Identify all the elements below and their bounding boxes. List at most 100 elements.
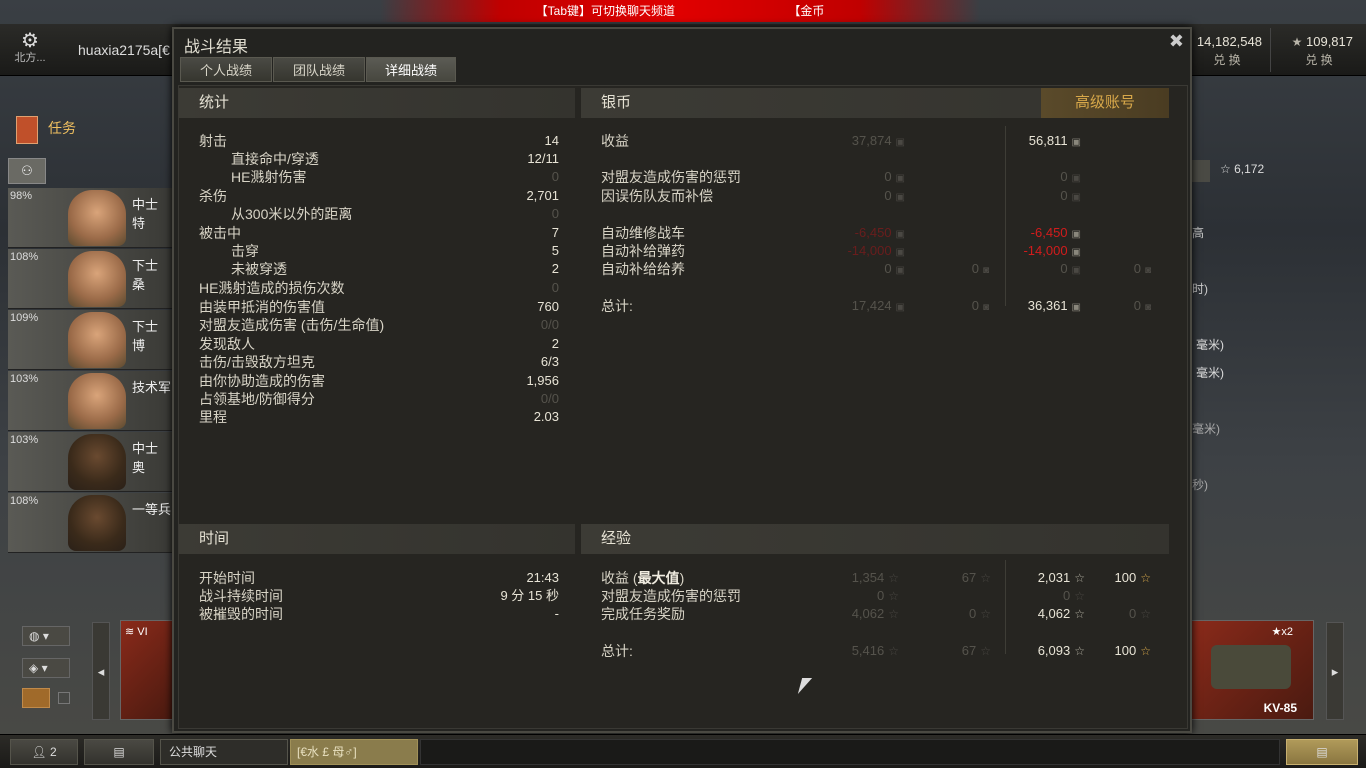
gold-display[interactable]: ★ 109,817 兑 换 bbox=[1285, 34, 1353, 68]
gold-star-icon: ★ bbox=[1291, 35, 1303, 49]
silver-coin-icon: ▣ bbox=[895, 137, 905, 148]
user-icon: 👤︎ bbox=[31, 745, 47, 759]
credit-label: 自动补给给养 bbox=[601, 261, 685, 277]
players-button[interactable]: 👤︎ 2 bbox=[10, 739, 78, 765]
xp-premium-value: 0 ☆ bbox=[979, 587, 1085, 605]
stat-value: 0 bbox=[551, 169, 559, 184]
chat-icon: ▤ bbox=[113, 745, 125, 759]
crew-member[interactable]: 103% 技术军 bbox=[8, 371, 173, 431]
tab-personal[interactable]: 个人战绩 bbox=[180, 57, 272, 82]
stat-label: 射击 bbox=[199, 133, 227, 149]
xp-premium-free-amount: 100 bbox=[1114, 643, 1137, 658]
xp-premium-amount: 4,062 bbox=[1037, 606, 1071, 621]
username[interactable]: huaxia2175a[€ bbox=[78, 42, 170, 58]
gold-value: 109,817 bbox=[1306, 34, 1353, 49]
silver-coin-icon: ▣ bbox=[895, 192, 905, 203]
silver-coin-icon: ▣ bbox=[1071, 137, 1081, 148]
send-button[interactable]: ▤ bbox=[1286, 739, 1358, 765]
server-label: 北方... bbox=[14, 52, 46, 64]
stat-label: 杀伤 bbox=[199, 188, 227, 204]
credit-premium-amount: 56,811 bbox=[1028, 133, 1068, 148]
silver-coin-icon: ▣ bbox=[895, 173, 905, 184]
close-button[interactable]: ✖ bbox=[1169, 31, 1184, 52]
credit-premium-amount: 0 bbox=[1060, 261, 1068, 276]
chat-input-field[interactable] bbox=[420, 739, 1280, 765]
credits-display[interactable]: 14,182,548 兑 换 bbox=[1192, 34, 1262, 68]
free-xp-value: 6,172 bbox=[1234, 162, 1265, 176]
time-header: 时间 bbox=[179, 524, 575, 554]
side-fragment-2: 时) bbox=[1192, 282, 1208, 296]
crew-member[interactable]: 103% 中士 奥 bbox=[8, 432, 173, 492]
credit-premium-gold: 0 ◙ bbox=[1079, 260, 1151, 278]
xp-star-icon: ☆ bbox=[888, 571, 899, 585]
checkbox[interactable] bbox=[58, 692, 70, 704]
credit-base-amount: 0 bbox=[884, 261, 892, 276]
chevron-down-icon: ▾ bbox=[41, 661, 48, 675]
missions-button[interactable]: 任务 bbox=[48, 118, 76, 138]
credit-premium-value: 0 ▣ bbox=[979, 187, 1081, 205]
chat-input[interactable]: [€水 £ 母♂] bbox=[290, 739, 418, 765]
chat-button[interactable]: ▤ bbox=[84, 739, 154, 765]
settings-button[interactable]: ⚙ 北方... bbox=[10, 30, 50, 64]
credit-base-amount: 17,424 bbox=[851, 298, 892, 313]
stat-label: 击穿 bbox=[231, 243, 259, 259]
stat-value: 0 bbox=[551, 206, 559, 221]
stat-label: 从300米以外的距离 bbox=[231, 206, 353, 222]
chat-channel-tab[interactable]: 公共聊天 bbox=[160, 739, 288, 765]
credit-base-value: -6,450 ▣ bbox=[799, 224, 905, 242]
stat-label: 被击中 bbox=[199, 225, 241, 241]
credit-base-value: 0 ▣ bbox=[799, 187, 905, 205]
crew-portrait bbox=[68, 434, 126, 490]
xp-premium-amount: 2,031 bbox=[1037, 570, 1071, 585]
crew-rank: 技术军 bbox=[132, 380, 172, 395]
crew-member[interactable]: 109% 下士 博 bbox=[8, 310, 173, 370]
tab-team[interactable]: 团队战绩 bbox=[273, 57, 365, 82]
silver-coin-icon: ▣ bbox=[1071, 173, 1081, 184]
ammo-icon[interactable] bbox=[22, 688, 50, 708]
stat-value: 760 bbox=[537, 299, 559, 314]
crew-member[interactable]: 98% 中士 特 bbox=[8, 188, 173, 248]
stat-value: 5 bbox=[551, 243, 559, 258]
crew-toggle-button[interactable]: ⚇ bbox=[8, 158, 46, 184]
xp-base-amount: 1,354 bbox=[851, 570, 885, 585]
xp-star-icon: ☆ bbox=[888, 607, 899, 621]
credit-base-amount: -6,450 bbox=[854, 225, 892, 240]
tank-card-kv85[interactable]: ★x2 KV-85 bbox=[1190, 620, 1314, 720]
tier-icon: ≋ bbox=[125, 626, 135, 638]
tank-card-left[interactable]: ≋ VI bbox=[120, 620, 174, 720]
gold-coin-icon: ◙ bbox=[1144, 302, 1151, 313]
battle-results-window: 战斗结果 ✖ 个人战绩 团队战绩 详细战绩 统计 银币 高级账号 时间 经验 射… bbox=[172, 27, 1192, 733]
xp-base-free-amount: 67 bbox=[961, 643, 977, 658]
xp-premium-free: 100 ☆ bbox=[1079, 569, 1151, 587]
carousel-left-arrow[interactable]: ◂ bbox=[92, 622, 110, 720]
stat-label: 里程 bbox=[199, 409, 227, 425]
column-divider bbox=[1005, 126, 1006, 306]
xp-premium-value: 4,062 ☆ bbox=[979, 605, 1085, 623]
crew-rank: 中士 奥 bbox=[132, 441, 159, 475]
chat-hint-banner: 【Tab键】可切换聊天频道 【金币 bbox=[380, 0, 980, 22]
modal-title: 战斗结果 bbox=[184, 39, 249, 56]
globe-icon: ◍ bbox=[29, 629, 40, 643]
credit-premium-value: 0 ▣ bbox=[979, 168, 1081, 186]
tank-tier: VI bbox=[137, 626, 148, 638]
credit-premium-value: 36,361 ▣ bbox=[979, 297, 1081, 315]
xp-base-amount: 5,416 bbox=[851, 643, 885, 658]
crew-member[interactable]: 108% 下士 桑 bbox=[8, 249, 173, 309]
stat-value: 0/0 bbox=[540, 391, 559, 406]
crew-member[interactable]: 108% 一等兵 bbox=[8, 493, 173, 553]
filter-select[interactable]: ◈ ▾ bbox=[22, 658, 70, 678]
side-fragment-4: 毫米) bbox=[1196, 366, 1224, 380]
credit-premium-value: -14,000 ▣ bbox=[979, 242, 1081, 260]
credit-base-value: 0 ▣ bbox=[799, 168, 905, 186]
crew-skill-pct: 108% bbox=[10, 251, 39, 263]
carousel-right-arrow[interactable]: ▸ bbox=[1326, 622, 1344, 720]
tab-detailed[interactable]: 详细战绩 bbox=[366, 57, 456, 82]
crew-skill-pct: 103% bbox=[10, 373, 39, 385]
crew-skill-pct: 103% bbox=[10, 434, 39, 446]
battle-type-select[interactable]: ◍ ▾ bbox=[22, 626, 70, 646]
silver-coin-icon: ▣ bbox=[1071, 192, 1081, 203]
stat-label: 对盟友造成伤害 (击伤/生命值) bbox=[199, 317, 385, 333]
xp-premium-value: 6,093 ☆ bbox=[979, 642, 1085, 660]
credit-premium-amount: -14,000 bbox=[1023, 243, 1068, 258]
xp-base-amount: 4,062 bbox=[851, 606, 885, 621]
